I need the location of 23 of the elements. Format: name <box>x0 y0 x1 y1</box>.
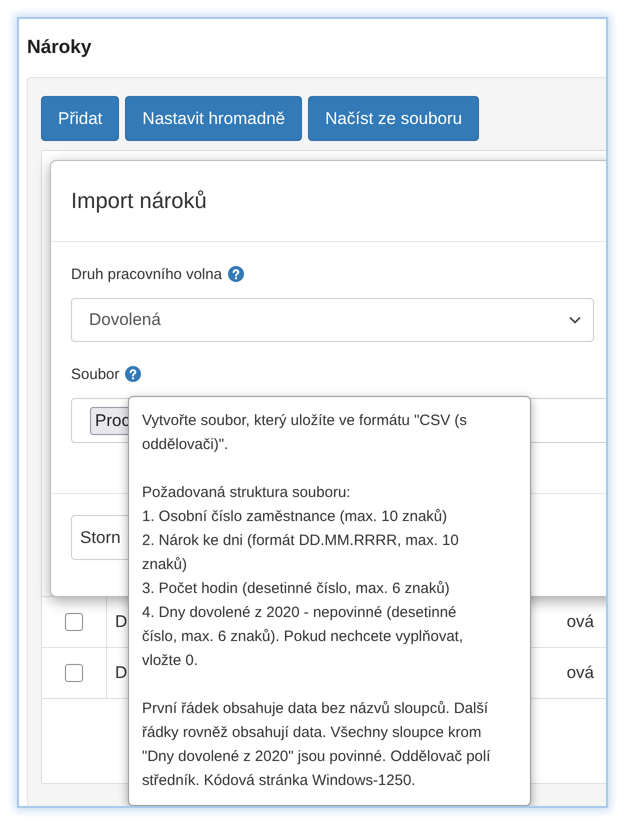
tooltip-list-item: 4. Dny dovolené z 2020 - nepovinné (desetinné číslo, max. 6 znaků). Pokud nechcete vyplňovat, vložte 0. <box>142 603 464 671</box>
help-icon[interactable] <box>228 266 244 282</box>
toolbar-button[interactable]: Přidat <box>41 96 120 141</box>
toolbar-button[interactable]: Načíst ze souboru <box>308 96 480 141</box>
tooltip-list-item: 1. Osobní číslo zaměstnance (max. 10 znaků) <box>142 507 448 527</box>
tooltip-list-item: 3. Počet hodin (desetinné číslo, max. 6 znaků) <box>142 579 451 599</box>
chevron-down-icon <box>569 316 581 324</box>
table-cell: ová <box>566 612 594 632</box>
table-cell: D <box>115 612 128 632</box>
row-checkbox[interactable] <box>65 664 83 682</box>
help-icon[interactable] <box>125 366 142 382</box>
row-checkbox[interactable] <box>65 613 83 631</box>
field-label: Druh pracovního volna <box>71 266 222 282</box>
tooltip-list-item: 2. Nárok ke dni (formát DD.MM.RRRR, max. 10 znaků) <box>142 531 460 575</box>
table-cell: D <box>115 663 128 683</box>
field-label: Soubor <box>71 366 120 382</box>
tooltip-heading: Požadovaná struktura souboru: <box>142 483 352 503</box>
toolbar-button[interactable]: Nastavit hromadně <box>125 96 302 141</box>
tooltip-text: První řádek obsahuje data bez názvů sloupců. Další řádky rovněž obsahují data. Všechny sloupce krom "Dny dovolené z 2020" jsou povinné. Oddělovač polí středník. Kódová stránka Windows-1250. <box>142 699 492 791</box>
dialog-title: Import nároků <box>71 188 207 214</box>
table-cell: ová <box>566 663 594 683</box>
page-title: Nároky <box>27 36 92 60</box>
leave-type-select[interactable]: Dovolená <box>71 298 594 342</box>
